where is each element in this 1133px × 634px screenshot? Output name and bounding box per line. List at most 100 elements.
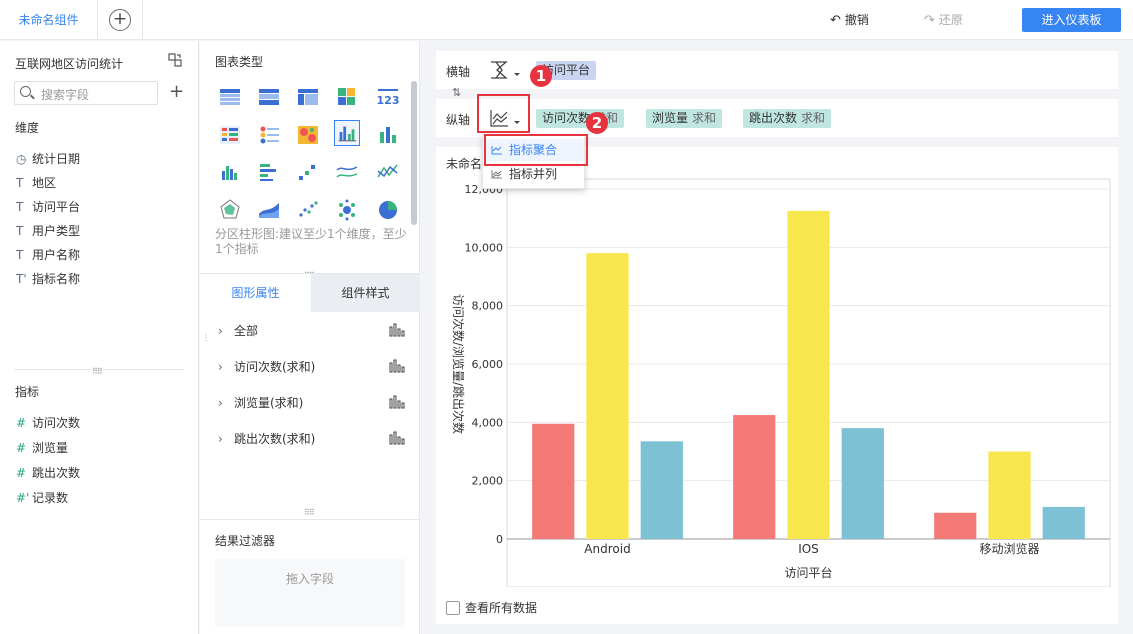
attribute-tabs: 图形属性 组件样式	[200, 273, 420, 312]
bar	[988, 451, 1031, 539]
group-table-icon[interactable]	[256, 84, 282, 110]
chart-card: 未命名组件 0 2,000 4,000 6,000 8,000 10,000 12,000 A…	[436, 147, 1118, 624]
step-badge: 2	[586, 112, 608, 134]
svg-text:123: 123	[377, 94, 400, 107]
text-type-icon: T	[16, 176, 24, 190]
y-tick-label: 10,000	[465, 241, 504, 254]
pie-chart-icon[interactable]	[375, 197, 401, 223]
field-label: 浏览量	[32, 441, 69, 455]
radar-chart-icon[interactable]	[217, 197, 243, 223]
horizontal-bar-icon[interactable]	[256, 159, 282, 185]
heatmap-icon[interactable]	[295, 122, 321, 148]
switch-dataset-icon[interactable]	[168, 53, 182, 67]
tab-divider	[142, 0, 143, 40]
attribute-item[interactable]: › 跳出次数(求和)	[218, 430, 315, 447]
field-dimension[interactable]: T' 指标名称	[16, 270, 80, 287]
field-measure[interactable]: # 访问次数	[16, 414, 80, 431]
dropdown-item-label: 指标并列	[509, 167, 558, 181]
x-tick-label: 移动浏览器	[979, 541, 1039, 556]
field-search-input[interactable]: 搜索字段	[14, 81, 158, 105]
attribute-label: 全部	[234, 324, 259, 338]
attribute-label: 访问次数(求和)	[234, 360, 316, 374]
show-all-data-checkbox[interactable]: 查看所有数据	[446, 599, 537, 616]
dot-list-icon[interactable]	[256, 122, 282, 148]
redo-button[interactable]: ↷ 还原	[924, 11, 963, 28]
y-tick-label: 4,000	[472, 416, 504, 429]
cross-table-icon[interactable]	[295, 84, 321, 110]
chart-type-description: 分区柱形图:建议至少1个维度，至少1个指标	[215, 227, 407, 256]
show-all-label: 查看所有数据	[465, 601, 538, 615]
enter-dashboard-button[interactable]: 进入仪表板	[1022, 8, 1121, 32]
y-tick-label: 6,000	[472, 358, 504, 371]
x-axis-title: 访问平台	[784, 565, 832, 580]
attribute-item[interactable]: › 全部	[218, 322, 258, 339]
area-chart-icon[interactable]	[256, 197, 282, 223]
bar-type-icon[interactable]	[389, 359, 405, 373]
field-dimension[interactable]: T 地区	[16, 174, 56, 191]
attribute-item[interactable]: › 访问次数(求和)	[218, 358, 315, 375]
dataset-title: 互联网地区访问统计	[15, 57, 124, 71]
redo-icon: ↷	[924, 13, 935, 28]
field-label: 统计日期	[32, 152, 81, 166]
x-axis-type-selector[interactable]	[488, 58, 526, 82]
resize-grip-icon[interactable]: ⠿⠿	[304, 508, 315, 517]
kpi-number-icon[interactable]: 123	[375, 84, 401, 110]
add-field-button[interactable]: +	[169, 81, 184, 102]
bar-type-icon[interactable]	[389, 431, 405, 445]
y-axis-field-pill[interactable]: 跳出次数 求和	[743, 109, 832, 128]
field-dimension[interactable]: T 访问平台	[16, 198, 80, 215]
tab-graphic-attributes[interactable]: 图形属性	[200, 274, 311, 312]
y-axis-field-pill[interactable]: 浏览量 求和	[646, 109, 723, 128]
redo-label: 还原	[938, 13, 963, 27]
bar	[640, 441, 683, 539]
checkbox-box	[446, 601, 460, 615]
bar	[787, 210, 830, 539]
detail-table-icon[interactable]	[217, 122, 243, 148]
color-table-icon[interactable]	[334, 84, 360, 110]
partition-bar-chart-icon[interactable]	[334, 120, 360, 146]
step-chart-icon[interactable]	[295, 159, 321, 185]
field-label: 指标名称	[32, 272, 81, 286]
pill-label: 跳出次数	[749, 111, 798, 125]
bar-type-icon[interactable]	[389, 395, 405, 409]
y-axis-field-pill[interactable]: 访问次数求和	[536, 109, 625, 128]
scatter-chart-icon[interactable]	[295, 197, 321, 223]
pill-label: 浏览量	[652, 111, 689, 125]
bar	[532, 423, 575, 539]
field-dimension[interactable]: T 用户类型	[16, 222, 80, 239]
field-measure[interactable]: #' 记录数	[16, 489, 68, 506]
undo-button[interactable]: ↶ 撤销	[830, 11, 869, 28]
bar	[934, 512, 977, 539]
tab-component-style[interactable]: 组件样式	[311, 274, 420, 312]
bar-type-icon[interactable]	[389, 323, 405, 337]
bubble-chart-icon[interactable]	[334, 197, 360, 223]
field-measure[interactable]: # 浏览量	[16, 439, 68, 456]
field-measure[interactable]: # 跳出次数	[16, 464, 80, 481]
field-dimension[interactable]: T 用户名称	[16, 246, 80, 263]
line-chart-icon[interactable]	[334, 159, 360, 185]
bar	[586, 253, 629, 539]
bar-chart-icon[interactable]	[217, 159, 243, 185]
x-axis-label: 横轴	[446, 65, 471, 79]
bar-chart: 02,0004,0006,0008,00010,00012,000Android…	[451, 178, 1111, 587]
chart-type-scrollbar[interactable]	[411, 81, 417, 225]
highlight-box	[477, 94, 530, 133]
dropdown-item-metric-parallel[interactable]: 指标并列	[483, 163, 584, 185]
text-type-icon: T'	[16, 272, 27, 286]
drag-handle-icon[interactable]: ⋮	[202, 333, 210, 342]
filter-dropzone[interactable]: 拖入字段	[215, 559, 405, 627]
stacked-bar-chart-icon[interactable]	[375, 122, 401, 148]
polyline-chart-icon[interactable]	[375, 159, 401, 185]
field-dimension[interactable]: ◷ 统计日期	[16, 150, 80, 167]
swap-axes-icon[interactable]: ⇅	[452, 86, 461, 99]
table-chart-icon[interactable]	[217, 84, 243, 110]
y-tick-label: 8,000	[472, 300, 504, 313]
field-label: 跳出次数	[32, 466, 81, 480]
add-component-button[interactable]: +	[109, 9, 131, 31]
attribute-item[interactable]: › 浏览量(求和)	[218, 394, 303, 411]
component-tab[interactable]: 未命名组件	[0, 0, 98, 40]
number-type-icon: #	[16, 416, 27, 430]
field-label: 地区	[32, 176, 57, 190]
date-icon: ◷	[16, 152, 27, 166]
field-label: 访问次数	[32, 416, 81, 430]
